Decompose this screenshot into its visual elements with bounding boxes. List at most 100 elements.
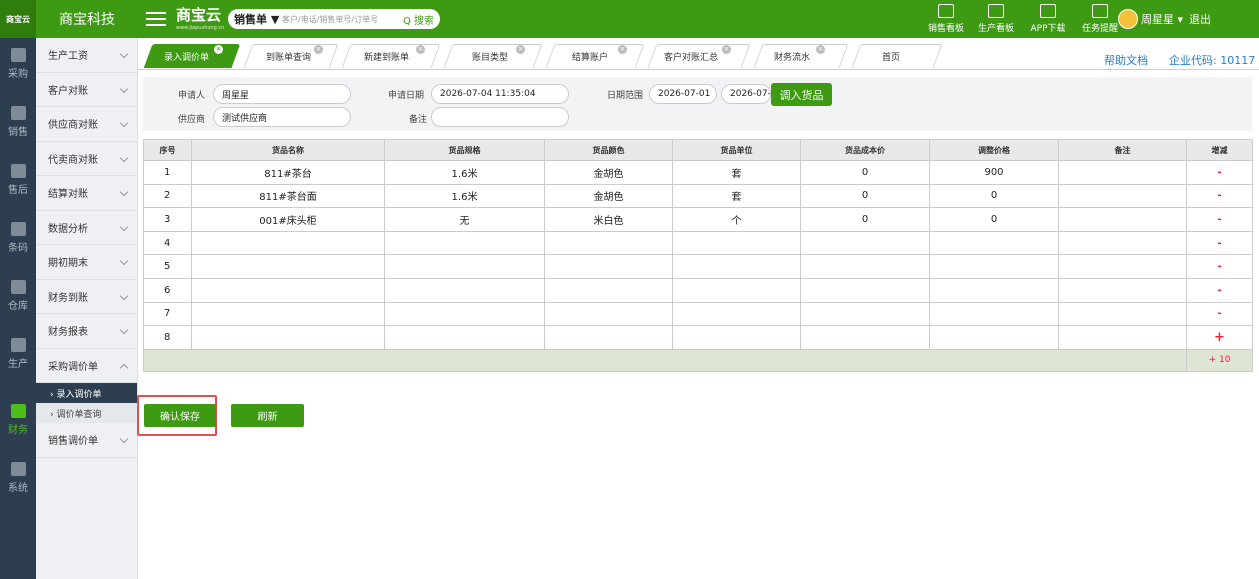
table-cell[interactable]	[191, 301, 385, 327]
submenu-item[interactable]: 供应商对账	[36, 107, 137, 142]
table-cell[interactable]	[800, 254, 930, 279]
table-cell[interactable]: 0	[929, 207, 1059, 232]
tab-label[interactable]: 账目类型	[472, 50, 508, 63]
table-cell[interactable]	[672, 230, 801, 256]
close-icon[interactable]: ×	[516, 45, 525, 54]
table-cell[interactable]	[929, 301, 1059, 327]
nav-task-reminder[interactable]: 任务提醒	[1080, 0, 1120, 38]
tab-label[interactable]: 新建到账单	[364, 50, 409, 63]
table-cell[interactable]: 无	[384, 207, 545, 232]
apply-date-field[interactable]: 2026-07-04 11:35:04	[431, 84, 569, 104]
remove-row-button[interactable]: -	[1186, 254, 1253, 279]
table-cell[interactable]	[1058, 301, 1187, 327]
logout-link[interactable]: 退出	[1189, 11, 1211, 27]
table-cell[interactable]	[544, 230, 673, 256]
table-cell[interactable]	[544, 254, 673, 279]
table-cell[interactable]	[384, 277, 545, 303]
remove-row-button[interactable]: -	[1186, 183, 1253, 209]
table-cell[interactable]	[191, 230, 385, 256]
table-cell[interactable]: 套	[672, 160, 801, 185]
table-cell[interactable]	[1058, 230, 1187, 256]
rail-system[interactable]: 系统	[0, 458, 36, 504]
table-cell[interactable]: 900	[929, 160, 1059, 185]
nav-sales-board[interactable]: 销售看板	[926, 0, 966, 38]
submenu-child[interactable]: › 调价单查询	[36, 403, 137, 423]
table-cell[interactable]	[1058, 183, 1187, 209]
search-button[interactable]: Q 搜索	[403, 12, 440, 27]
remove-row-button[interactable]: -	[1186, 301, 1253, 327]
nav-app-download[interactable]: APP下载	[1026, 0, 1070, 38]
table-cell[interactable]	[929, 277, 1059, 303]
submenu-item[interactable]: 销售调价单	[36, 423, 137, 458]
table-cell[interactable]	[1058, 325, 1187, 350]
table-cell[interactable]: 0	[800, 183, 930, 209]
table-cell[interactable]	[384, 254, 545, 279]
remove-row-button[interactable]: -	[1186, 277, 1253, 303]
table-cell[interactable]: 811#茶台	[191, 160, 385, 185]
search-type-select[interactable]: 销售单 ▼	[228, 11, 282, 27]
close-icon[interactable]: ×	[214, 45, 223, 54]
user-name[interactable]: 周星星 ▾	[1141, 11, 1183, 27]
table-cell[interactable]	[1058, 254, 1187, 279]
table-cell[interactable]	[544, 325, 673, 350]
submenu-item[interactable]: 财务到账	[36, 280, 137, 314]
table-cell[interactable]	[929, 325, 1059, 350]
table-cell[interactable]	[672, 277, 801, 303]
add-row-button[interactable]: +	[1186, 325, 1253, 350]
applicant-field[interactable]: 周星星	[213, 84, 351, 104]
submenu-item[interactable]: 代卖商对账	[36, 142, 137, 176]
submenu-item-expanded[interactable]: 采购调价单	[36, 349, 137, 383]
remark-field[interactable]	[431, 107, 569, 127]
table-cell[interactable]: 金胡色	[544, 160, 673, 185]
submenu-item[interactable]: 数据分析	[36, 211, 137, 245]
rail-production[interactable]: 生产	[0, 334, 36, 380]
table-cell[interactable]	[191, 277, 385, 303]
add-ten-rows-button[interactable]: + 10	[1186, 348, 1253, 372]
table-cell[interactable]	[672, 301, 801, 327]
table-cell[interactable]	[1058, 277, 1187, 303]
close-icon[interactable]: ×	[416, 45, 425, 54]
user-menu[interactable]: 周星星 ▾ 退出	[1118, 9, 1211, 29]
app-logo[interactable]: 商宝云	[0, 0, 36, 38]
table-cell[interactable]: 0	[800, 207, 930, 232]
help-docs-link[interactable]: 帮助文档	[1104, 52, 1148, 68]
table-cell[interactable]	[544, 277, 673, 303]
table-cell[interactable]: 0	[929, 183, 1059, 209]
table-cell[interactable]: 1.6米	[384, 160, 545, 185]
global-search[interactable]: 销售单 ▼ 客户/电话/销售单号/订单号 Q 搜索	[228, 9, 440, 29]
tab-label[interactable]: 客户对账汇总	[664, 50, 718, 63]
table-cell[interactable]	[384, 325, 545, 350]
table-cell[interactable]	[672, 254, 801, 279]
rail-warehouse[interactable]: 仓库	[0, 276, 36, 322]
table-cell[interactable]: 0	[800, 160, 930, 185]
table-cell[interactable]	[191, 325, 385, 350]
import-goods-button[interactable]: 调入货品	[771, 83, 832, 106]
table-cell[interactable]	[929, 254, 1059, 279]
table-cell[interactable]	[544, 301, 673, 327]
table-cell[interactable]: 米白色	[544, 207, 673, 232]
close-icon[interactable]: ×	[314, 45, 323, 54]
table-cell[interactable]	[191, 254, 385, 279]
tab-label[interactable]: 财务流水	[774, 50, 810, 63]
table-cell[interactable]: 1.6米	[384, 183, 545, 209]
submenu-item[interactable]: 生产工资	[36, 38, 137, 73]
table-cell[interactable]	[929, 230, 1059, 256]
table-cell[interactable]	[800, 325, 930, 350]
tab-label[interactable]: 录入调价单	[164, 50, 209, 63]
submenu-child-active[interactable]: › 录入调价单	[36, 383, 137, 403]
table-cell[interactable]: 金胡色	[544, 183, 673, 209]
table-cell[interactable]	[800, 301, 930, 327]
rail-purchase[interactable]: 采购	[0, 44, 36, 90]
date-range-end[interactable]: 2026-07-0	[721, 84, 771, 104]
supplier-field[interactable]: 测试供应商	[213, 107, 351, 127]
table-cell[interactable]: 个	[672, 207, 801, 232]
table-cell[interactable]: 811#茶台面	[191, 183, 385, 209]
table-cell[interactable]	[384, 301, 545, 327]
search-input[interactable]: 客户/电话/销售单号/订单号	[282, 14, 403, 25]
table-cell[interactable]	[800, 230, 930, 256]
rail-aftersales[interactable]: 售后	[0, 160, 36, 206]
tab-label[interactable]: 到账单查询	[266, 50, 311, 63]
rail-barcode[interactable]: 条码	[0, 218, 36, 264]
submenu-item[interactable]: 财务报表	[36, 314, 137, 349]
submenu-item[interactable]: 期初期末	[36, 245, 137, 280]
